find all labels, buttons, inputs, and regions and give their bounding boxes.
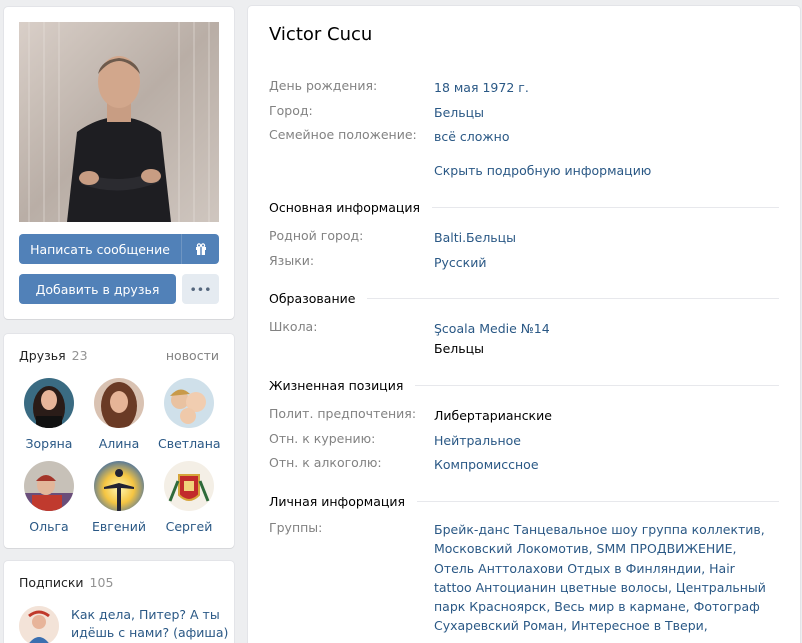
friend-avatar[interactable] [164,378,214,428]
friend-avatar[interactable] [94,461,144,511]
friend-avatar[interactable] [164,461,214,511]
friend-item[interactable]: Евгений [88,461,150,534]
birthday-link[interactable]: 18 мая 1972 г. [434,78,774,98]
divider [417,501,779,502]
section-education: Образование [269,291,779,306]
send-message-button[interactable]: Написать сообщение [19,234,181,264]
friends-block: Друзья 23 новости Зоряна Алина Светлана О… [4,334,234,548]
friend-avatar[interactable] [94,378,144,428]
school-link[interactable]: Şcoala Medie №14 [434,321,550,336]
divider [415,385,779,386]
add-friend-button[interactable]: Добавить в друзья [19,274,176,304]
friend-avatar[interactable] [24,378,74,428]
friend-item[interactable]: Сергей [158,461,220,534]
politics-value: Либертарианские [434,408,552,423]
friend-item[interactable]: Зоряна [18,378,80,451]
alcohol-link[interactable]: Компромиссное [434,455,774,475]
more-actions-button[interactable]: ••• [182,274,219,304]
school-city: Бельцы [434,340,484,356]
friend-name[interactable]: Евгений [88,519,150,534]
groups-list[interactable]: Брейк-данс Танцевальное шоу группа колле… [434,520,769,636]
subscriptions-count: 105 [89,575,114,590]
friends-title[interactable]: Друзья [19,348,66,363]
subscriptions-title[interactable]: Подписки [19,575,84,590]
friend-name[interactable]: Алина [88,436,150,451]
friend-item[interactable]: Светлана [158,378,221,451]
section-title: Личная информация [269,494,406,509]
info-label: День рождения: [269,78,378,93]
friend-name[interactable]: Сергей [158,519,220,534]
hometown-link[interactable]: Balti.Бельцы [434,228,774,248]
section-title: Жизненная позиция [269,378,404,393]
language-link[interactable]: Русский [434,253,774,273]
info-label: Отн. к курению: [269,431,376,446]
info-row-groups: Группы: Брейк-данс Танцевальное шоу груп… [269,520,789,636]
info-row-hometown: Родной город: Balti.Бельцы [269,228,789,248]
section-title: Основная информация [269,200,421,215]
smoking-link[interactable]: Нейтральное [434,431,774,451]
friend-name[interactable]: Светлана [158,436,221,451]
info-row-alcohol: Отн. к алкоголю: Компромиссное [269,455,789,475]
friend-name[interactable]: Ольга [18,519,80,534]
family-status-link[interactable]: всё сложно [434,127,774,147]
profile-photo[interactable] [19,22,219,222]
info-label: Родной город: [269,228,364,243]
info-label: Группы: [269,520,323,535]
info-row-school: Школа: Şcoala Medie №14 Бельцы [269,319,789,358]
info-row-birthday: День рождения: 18 мая 1972 г. [269,78,789,98]
info-label: Полит. предпочтения: [269,406,417,421]
divider [432,207,779,208]
subscription-item[interactable]: Как дела, Питер? А ты идёшь с нами? (афи… [19,606,231,643]
section-life-position: Жизненная позиция [269,378,779,393]
profile-name: Victor Cucu [269,24,373,45]
subscription-avatar[interactable] [19,606,59,643]
profile-info-card: Victor Cucu День рождения: 18 мая 1972 г… [248,6,800,643]
friend-avatar[interactable] [24,461,74,511]
hide-details-link[interactable]: Скрыть подробную информацию [434,163,651,178]
info-row-politics: Полит. предпочтения: Либертарианские [269,406,789,426]
profile-avatar-card: Написать сообщение Добавить в друзья ••• [4,7,234,319]
friend-item[interactable]: Алина [88,378,150,451]
info-label: Город: [269,103,313,118]
divider [367,298,779,299]
info-label: Отн. к алкоголю: [269,455,382,470]
friend-name[interactable]: Зоряна [18,436,80,451]
info-row-family: Семейное положение: всё сложно [269,127,789,147]
info-row-city: Город: Бельцы [269,103,789,123]
info-label: Семейное положение: [269,127,417,142]
section-personal: Личная информация [269,494,779,509]
city-link[interactable]: Бельцы [434,103,774,123]
friend-item[interactable]: Ольга [18,461,80,534]
gift-button[interactable] [181,234,219,264]
info-row-smoking: Отн. к курению: Нейтральное [269,431,789,451]
section-title: Образование [269,291,356,306]
info-row-languages: Языки: Русский [269,253,789,273]
info-label: Школа: [269,319,318,334]
friends-count: 23 [71,348,88,363]
subscription-title[interactable]: Как дела, Питер? А ты идёшь с нами? (афи… [71,606,231,643]
info-label: Языки: [269,253,315,268]
gift-icon [195,243,206,255]
section-basic: Основная информация [269,200,779,215]
friends-news-link[interactable]: новости [166,348,219,363]
subscriptions-block: Подписки 105 Как дела, Питер? А ты идёшь … [4,561,234,643]
